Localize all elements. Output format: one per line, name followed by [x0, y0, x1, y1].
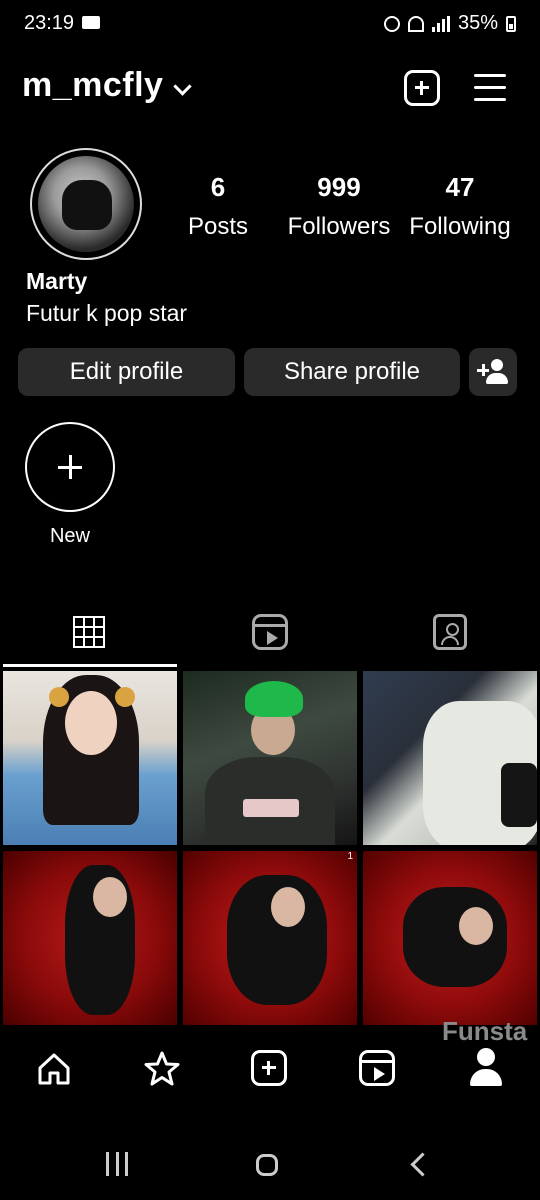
signal-icon	[431, 15, 450, 32]
share-profile-button[interactable]: Share profile	[244, 348, 460, 396]
menu-icon[interactable]	[474, 74, 506, 102]
post-thumbnail-5[interactable]: 1	[183, 851, 357, 1025]
new-highlight-button[interactable]	[25, 422, 115, 512]
battery-percent: 35%	[457, 12, 498, 34]
stat-following[interactable]: 47 Following	[404, 172, 516, 241]
post-thumbnail-6[interactable]	[363, 851, 537, 1025]
wifi-icon	[407, 15, 424, 32]
profile-icon[interactable]	[468, 1048, 504, 1088]
star-icon[interactable]	[143, 1050, 181, 1088]
avatar[interactable]	[38, 156, 134, 252]
profile-bio: Futur k pop star	[26, 300, 188, 326]
new-highlight-label: New	[49, 525, 90, 547]
stat-followers-label: Followers	[287, 213, 391, 240]
watermark-text: Funsta	[442, 1016, 528, 1046]
profile-username[interactable]: m_mcfly	[22, 66, 163, 105]
post-thumbnail-1[interactable]	[3, 671, 177, 845]
stat-posts[interactable]: 6 Posts	[178, 172, 258, 241]
status-bar: 23:19 35%	[0, 0, 540, 48]
mail-icon	[82, 16, 100, 29]
alarm-icon	[383, 15, 400, 32]
grid-tab-icon[interactable]	[73, 616, 105, 648]
battery-icon	[506, 15, 516, 32]
create-post-icon[interactable]	[404, 70, 440, 106]
add-person-button[interactable]	[469, 348, 517, 396]
back-icon[interactable]	[410, 1152, 435, 1177]
status-icons: 35%	[383, 12, 516, 35]
stat-followers[interactable]: 999 Followers	[280, 172, 398, 241]
multi-post-badge: 1	[347, 851, 353, 862]
home-icon[interactable]	[37, 1052, 71, 1086]
edit-profile-button[interactable]: Edit profile	[18, 348, 235, 396]
post-thumbnail-4[interactable]	[3, 851, 177, 1025]
active-tab-indicator	[3, 664, 177, 667]
stat-following-count: 47	[445, 172, 475, 202]
tagged-tab-icon[interactable]	[433, 614, 467, 650]
post-thumbnail-2[interactable]	[183, 671, 357, 845]
chevron-down-icon[interactable]	[173, 77, 192, 96]
create-icon[interactable]	[251, 1050, 287, 1086]
stat-posts-count: 6	[210, 172, 226, 202]
status-time: 23:19	[24, 12, 75, 34]
profile-name: Marty	[26, 268, 88, 294]
stat-following-label: Following	[409, 213, 511, 240]
system-home-icon[interactable]	[256, 1154, 278, 1176]
stat-posts-label: Posts	[187, 213, 249, 240]
stat-followers-count: 999	[317, 172, 361, 202]
post-thumbnail-3[interactable]	[363, 671, 537, 845]
recent-apps-icon[interactable]	[106, 1152, 128, 1176]
reels-tab-icon[interactable]	[252, 614, 288, 650]
reels-icon[interactable]	[359, 1050, 395, 1086]
